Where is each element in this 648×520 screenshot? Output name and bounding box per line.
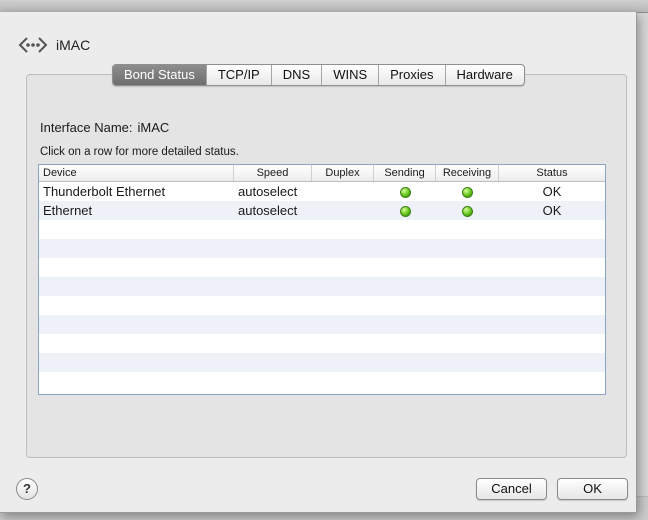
tab-bond-status[interactable]: Bond Status [113, 65, 207, 85]
status-cell: OK [542, 203, 562, 218]
table-row[interactable]: Ethernet autoselect OK [39, 201, 605, 220]
empty-row [39, 353, 605, 372]
sheet-title: iMAC [56, 37, 91, 53]
receiving-status-green-icon [462, 206, 473, 218]
device-cell: Ethernet [43, 203, 93, 218]
empty-row [39, 296, 605, 315]
speed-cell: autoselect [238, 184, 298, 199]
tab-wins[interactable]: WINS [322, 65, 380, 85]
empty-row [39, 315, 605, 334]
sending-cell [374, 203, 436, 218]
tab-bar: Bond Status TCP/IP DNS WINS Proxies Hard… [112, 64, 525, 86]
tab-tcpip[interactable]: TCP/IP [207, 65, 272, 85]
empty-row [39, 220, 605, 239]
tab-hardware[interactable]: Hardware [446, 65, 524, 85]
interface-name-value: iMAC [137, 120, 170, 135]
column-speed[interactable]: Speed [234, 165, 312, 181]
device-cell: Thunderbolt Ethernet [43, 184, 166, 199]
empty-row [39, 277, 605, 296]
table-row[interactable]: Thunderbolt Ethernet autoselect OK [39, 182, 605, 201]
column-sending[interactable]: Sending [374, 165, 436, 181]
bond-member-table[interactable]: Device Speed Duplex Sending Receiving St… [38, 164, 606, 395]
status-cell: OK [542, 184, 562, 199]
column-status[interactable]: Status [499, 165, 605, 181]
help-button[interactable]: ? [16, 478, 38, 500]
tab-proxies[interactable]: Proxies [379, 65, 446, 85]
interface-name: Interface Name: iMAC [40, 120, 169, 135]
receiving-status-green-icon [462, 187, 473, 199]
empty-row [39, 239, 605, 258]
cancel-button[interactable]: Cancel [476, 478, 547, 500]
empty-row [39, 258, 605, 277]
sending-status-green-icon [399, 187, 411, 199]
speed-cell: autoselect [238, 203, 298, 218]
column-receiving[interactable]: Receiving [436, 165, 499, 181]
receiving-cell [436, 203, 499, 218]
table-header: Device Speed Duplex Sending Receiving St… [39, 165, 605, 182]
tab-dns[interactable]: DNS [272, 65, 323, 85]
ok-button[interactable]: OK [557, 478, 628, 500]
sheet-header: iMAC [18, 32, 90, 58]
column-duplex[interactable]: Duplex [312, 165, 374, 181]
sending-cell [374, 184, 436, 199]
sending-status-green-icon [399, 206, 411, 218]
interface-name-label: Interface Name: [40, 120, 133, 135]
column-device[interactable]: Device [39, 165, 234, 181]
bond-network-icon [18, 34, 48, 56]
empty-row [39, 334, 605, 353]
empty-row [39, 372, 605, 391]
receiving-cell [436, 184, 499, 199]
table-hint: Click on a row for more detailed status. [40, 146, 239, 158]
